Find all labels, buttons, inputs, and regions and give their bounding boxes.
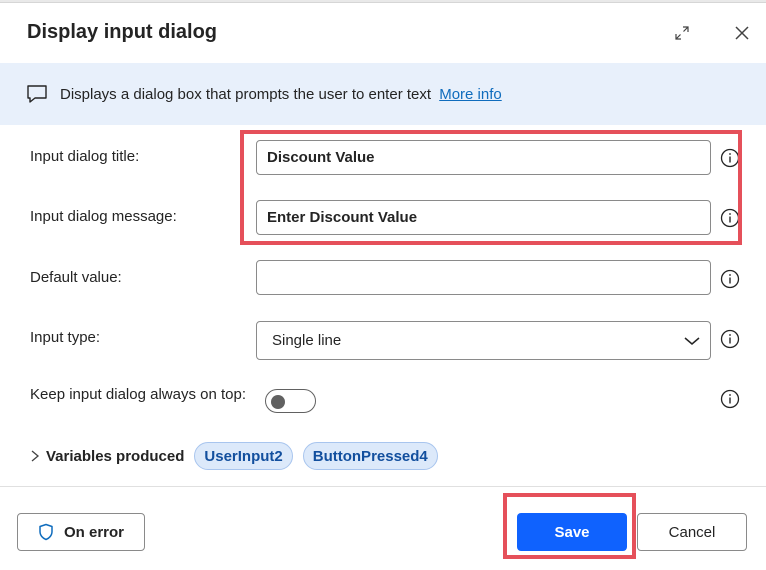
toggle-knob — [271, 395, 285, 409]
chevron-down-icon — [684, 337, 700, 345]
more-info-link[interactable]: More info — [439, 86, 502, 103]
expand-icon[interactable] — [670, 21, 694, 45]
input-type-value: Single line — [272, 332, 342, 349]
message-input[interactable]: Enter Discount Value — [256, 200, 711, 235]
info-icon[interactable] — [720, 389, 740, 409]
close-icon[interactable] — [730, 21, 754, 45]
title-label: Input dialog title: — [30, 148, 140, 165]
dialog-title: Display input dialog — [27, 21, 218, 43]
variable-chip-userinput[interactable]: UserInput2 — [194, 442, 293, 470]
comment-icon — [27, 85, 47, 103]
always-on-top-toggle[interactable] — [265, 389, 316, 413]
on-error-button[interactable]: On error — [17, 513, 145, 551]
variables-label: Variables produced — [46, 447, 185, 465]
info-text: Displays a dialog box that prompts the u… — [60, 86, 502, 103]
cancel-button[interactable]: Cancel — [637, 513, 747, 551]
chevron-right-icon[interactable] — [28, 449, 42, 463]
info-icon[interactable] — [720, 269, 740, 289]
title-input[interactable]: Discount Value — [256, 140, 711, 175]
message-label: Input dialog message: — [30, 208, 177, 225]
footer-divider — [0, 486, 766, 487]
always-on-top-label: Keep input dialog always on top: — [30, 386, 246, 403]
on-error-label: On error — [63, 523, 124, 541]
display-input-dialog: Display input dialog Displays a dialog b… — [0, 2, 766, 570]
info-icon[interactable] — [720, 148, 740, 168]
variables-produced: Variables produced UserInput2 ButtonPres… — [28, 441, 448, 471]
default-value-input[interactable] — [256, 260, 711, 295]
default-value-label: Default value: — [30, 269, 122, 286]
input-type-select[interactable]: Single line — [256, 321, 711, 360]
info-icon[interactable] — [720, 208, 740, 228]
info-description: Displays a dialog box that prompts the u… — [60, 86, 432, 103]
variable-chip-buttonpressed[interactable]: ButtonPressed4 — [302, 442, 438, 470]
info-bar: Displays a dialog box that prompts the u… — [0, 63, 766, 125]
shield-icon — [39, 523, 53, 541]
info-icon[interactable] — [720, 329, 740, 349]
input-type-label: Input type: — [30, 329, 101, 346]
save-button[interactable]: Save — [517, 513, 627, 551]
